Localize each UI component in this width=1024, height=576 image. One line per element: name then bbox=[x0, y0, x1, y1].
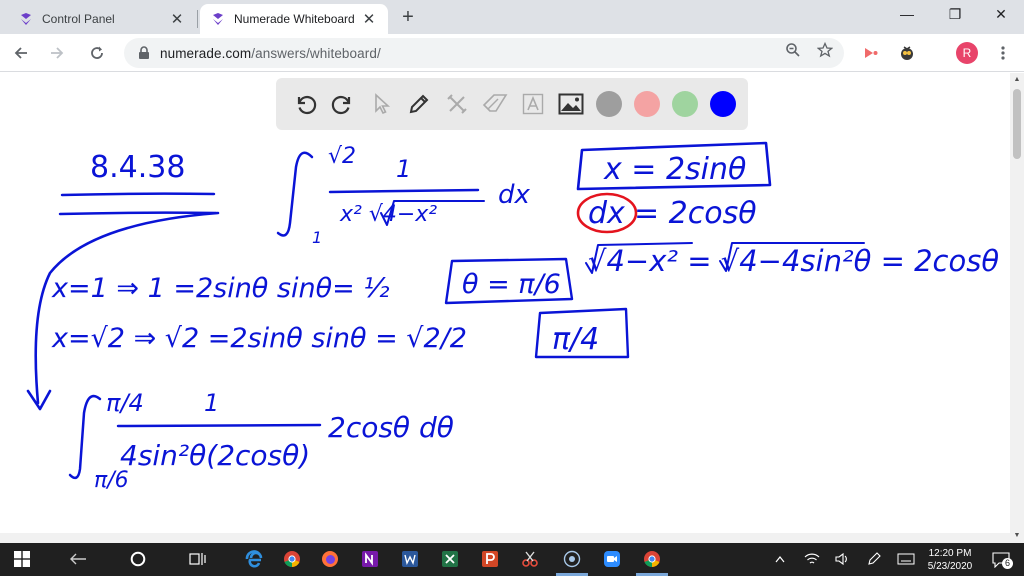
integral-sign-2 bbox=[68, 394, 102, 480]
handwriting-layer: 8.4.38 √2 1 1 x² √4−x² dx x = 2sinθ dx =… bbox=[26, 141, 999, 493]
back-button[interactable] bbox=[8, 40, 34, 66]
limit-line-2: x=√2 ⇒ √2 =2sinθ sinθ = √2/2 bbox=[51, 323, 467, 354]
onenote-icon[interactable] bbox=[358, 547, 382, 571]
vertical-scrollbar[interactable]: ▲ ▼ bbox=[1010, 73, 1024, 543]
chrome-taskbar-icon[interactable] bbox=[640, 547, 664, 571]
action-center-icon[interactable]: 6 bbox=[990, 549, 1014, 571]
close-window-button[interactable]: ✕ bbox=[978, 0, 1024, 28]
tab-title: Control Panel bbox=[42, 12, 115, 26]
edge-browser-icon[interactable] bbox=[242, 547, 266, 571]
snipping-tool-icon[interactable] bbox=[518, 547, 542, 571]
powerpoint-icon[interactable] bbox=[478, 547, 502, 571]
reload-button[interactable] bbox=[84, 40, 110, 66]
tab-close-icon[interactable]: ✕ bbox=[168, 10, 186, 28]
url-path: /answers/whiteboard/ bbox=[251, 45, 381, 61]
limit-line-1: x=1 ⇒ 1 =2sinθ sinθ= ½ bbox=[51, 273, 390, 304]
scrollbar-thumb[interactable] bbox=[1013, 89, 1021, 159]
back-arrow-icon bbox=[14, 47, 27, 59]
browser-toolbar: numerade.com/answers/whiteboard/ bbox=[0, 34, 1024, 72]
integral2-numerator: 1 bbox=[204, 389, 219, 417]
numerade-favicon-icon bbox=[210, 11, 226, 27]
clock-time: 12:20 PM bbox=[928, 548, 972, 559]
limit-line-2-result: π/4 bbox=[552, 322, 599, 357]
problem-underline-2 bbox=[58, 211, 218, 216]
url-host: numerade.com bbox=[160, 45, 252, 61]
integrand-numerator: 1 bbox=[396, 155, 411, 183]
tab-strip: Control Panel ✕ Numerade Whiteboard ✕ + … bbox=[0, 0, 1024, 34]
cortana-circle-icon[interactable] bbox=[126, 547, 150, 571]
screen-recorder-icon[interactable] bbox=[560, 547, 584, 571]
scroll-down-icon[interactable]: ▼ bbox=[1013, 532, 1021, 540]
limit-line-1-result: θ = π/6 bbox=[462, 269, 561, 300]
substitution-root: √4−x² = √4−4sin²θ = 2cosθ bbox=[588, 244, 999, 278]
substitution-dx-rhs: = 2cosθ bbox=[634, 196, 757, 231]
tab-separator bbox=[197, 10, 198, 28]
problem-number: 8.4.38 bbox=[90, 150, 185, 185]
address-bar[interactable]: numerade.com/answers/whiteboard/ bbox=[124, 38, 844, 68]
clock-date: 5/23/2020 bbox=[927, 561, 973, 572]
integral-lower-limit: 1 bbox=[312, 228, 322, 247]
task-view-icon[interactable] bbox=[186, 547, 210, 571]
horizontal-scrollbar[interactable] bbox=[0, 533, 1010, 543]
new-tab-button[interactable]: + bbox=[396, 5, 420, 29]
numerade-favicon-icon bbox=[18, 11, 34, 27]
notification-count-badge: 6 bbox=[1002, 558, 1014, 569]
integral-upper-limit: √2 bbox=[328, 144, 356, 169]
fraction-bar-1 bbox=[328, 188, 480, 194]
start-windows-icon[interactable] bbox=[10, 547, 34, 571]
integral-sign-1 bbox=[276, 151, 314, 237]
substitution-dx-lhs: dx bbox=[588, 196, 625, 231]
forward-button[interactable] bbox=[44, 40, 70, 66]
wifi-icon[interactable] bbox=[800, 547, 824, 571]
lock-icon bbox=[139, 46, 149, 59]
scroll-up-icon[interactable]: ▲ bbox=[1013, 76, 1021, 84]
word-icon[interactable] bbox=[398, 547, 422, 571]
profile-avatar[interactable]: R bbox=[956, 42, 978, 64]
substitution-x: x = 2sinθ bbox=[603, 152, 746, 187]
reload-icon bbox=[91, 46, 103, 59]
integral-dx: dx bbox=[498, 180, 531, 210]
bookmark-star-icon[interactable] bbox=[816, 41, 834, 59]
keyboard-icon[interactable] bbox=[894, 547, 918, 571]
whiteboard-canvas[interactable]: 8.4.38 √2 1 1 x² √4−x² dx x = 2sinθ dx =… bbox=[0, 73, 1010, 543]
url-text: numerade.com/answers/whiteboard/ bbox=[160, 46, 381, 61]
back-arrow-icon[interactable] bbox=[66, 547, 90, 571]
problem-underline bbox=[60, 192, 216, 197]
zoom-icon[interactable] bbox=[784, 41, 802, 59]
volume-icon[interactable] bbox=[830, 547, 854, 571]
tab-title: Numerade Whiteboard bbox=[234, 12, 355, 26]
forward-arrow-icon bbox=[51, 47, 64, 59]
excel-icon[interactable] bbox=[438, 547, 462, 571]
integral2-upper-limit: π/4 bbox=[106, 389, 144, 417]
tab-numerade-whiteboard[interactable]: Numerade Whiteboard ✕ bbox=[200, 4, 388, 34]
chrome-menu-icon[interactable] bbox=[992, 42, 1014, 64]
zoom-app-icon[interactable] bbox=[600, 547, 624, 571]
integral2-tail: 2cosθ dθ bbox=[328, 411, 454, 444]
system-clock[interactable]: 12:20 PM 5/23/2020 bbox=[920, 547, 980, 573]
extension-record-icon[interactable] bbox=[860, 42, 882, 64]
tab-control-panel[interactable]: Control Panel ✕ bbox=[8, 4, 196, 34]
curved-arrow bbox=[34, 211, 220, 405]
integral2-denominator: 4sin²θ(2cosθ) bbox=[120, 439, 310, 472]
minimize-button[interactable]: — bbox=[884, 0, 930, 28]
windows-taskbar: 12:20 PM 5/23/2020 6 bbox=[0, 543, 1024, 576]
maximize-button[interactable]: ❐ bbox=[932, 0, 978, 28]
show-hidden-icons-icon[interactable] bbox=[768, 547, 792, 571]
fraction-bar-2 bbox=[116, 423, 322, 428]
chrome-icon[interactable] bbox=[280, 547, 304, 571]
tab-close-icon[interactable]: ✕ bbox=[360, 10, 378, 28]
firefox-icon[interactable] bbox=[318, 547, 342, 571]
pen-workspace-icon[interactable] bbox=[862, 547, 886, 571]
extension-owl-icon[interactable] bbox=[896, 42, 918, 64]
integrand-denominator: x² √4−x² bbox=[339, 202, 437, 227]
